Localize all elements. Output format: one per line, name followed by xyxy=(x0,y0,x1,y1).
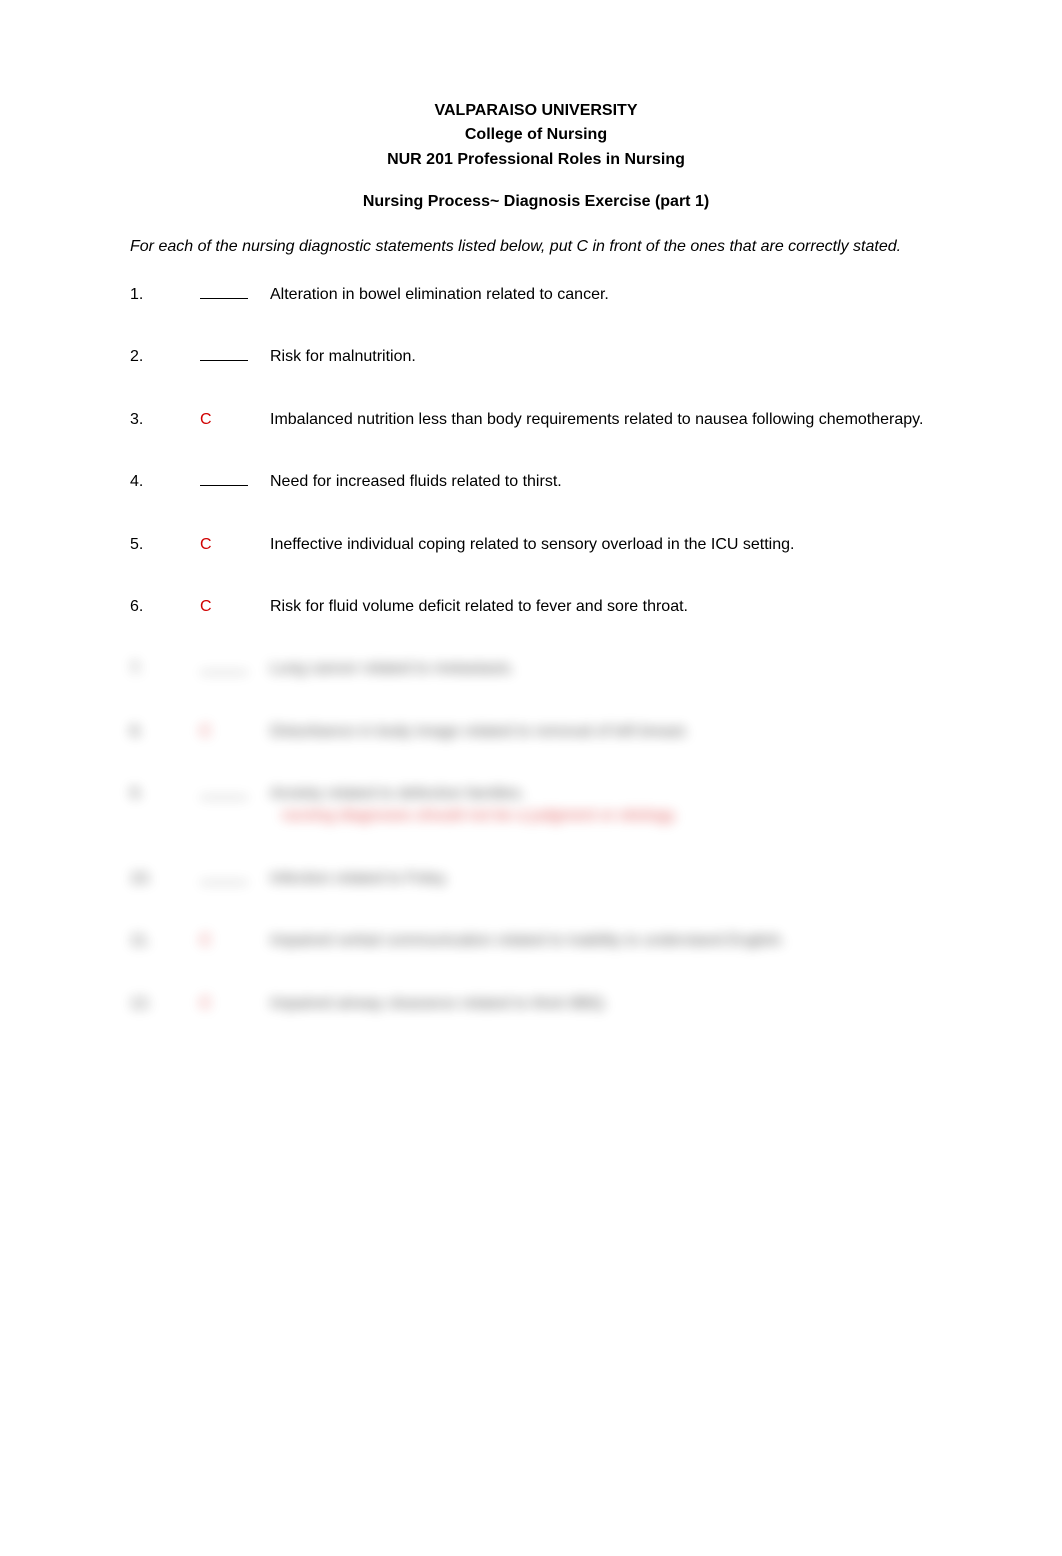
list-item: 11.CImpaired verbal communication relate… xyxy=(130,930,942,952)
item-text: Imbalanced nutrition less than body requ… xyxy=(270,409,942,431)
blank-line xyxy=(200,472,248,486)
item-number: 10. xyxy=(130,868,200,890)
item-number: 3. xyxy=(130,409,200,431)
item-mark: C xyxy=(200,534,270,556)
item-number: 4. xyxy=(130,471,200,493)
course-title: NUR 201 Professional Roles in Nursing xyxy=(130,149,942,171)
item-mark xyxy=(200,868,270,890)
blank-line xyxy=(200,347,248,361)
list-item: 5.CIneffective individual coping related… xyxy=(130,534,942,556)
item-text: Ineffective individual coping related to… xyxy=(270,534,942,556)
item-mark: C xyxy=(200,721,270,743)
item-text: Disturbance in body image related to rem… xyxy=(270,721,942,743)
item-mark xyxy=(200,783,270,805)
blank-line xyxy=(200,659,248,673)
item-number: 11. xyxy=(130,930,200,952)
item-subtext: nursing diagnoses should not be a judgme… xyxy=(270,805,942,827)
item-text: Anxiety related to defective families.nu… xyxy=(270,783,942,828)
item-number: 2. xyxy=(130,346,200,368)
item-mark: C xyxy=(200,596,270,618)
blank-line xyxy=(200,285,248,299)
item-number: 8. xyxy=(130,721,200,743)
list-item: 9. Anxiety related to defective families.… xyxy=(130,783,942,828)
item-mark xyxy=(200,471,270,493)
item-number: 12. xyxy=(130,993,200,1015)
list-item: 10. Infection related to Foley. xyxy=(130,868,942,890)
item-mark: C xyxy=(200,993,270,1015)
document-header: VALPARAISO UNIVERSITY College of Nursing… xyxy=(130,100,942,171)
college-name: College of Nursing xyxy=(130,124,942,146)
item-text: Impaired verbal communication related to… xyxy=(270,930,942,952)
list-item: 1. Alteration in bowel elimination relate… xyxy=(130,284,942,306)
list-item: 3.CImbalanced nutrition less than body r… xyxy=(130,409,942,431)
list-item: 6.CRisk for fluid volume deficit related… xyxy=(130,596,942,618)
item-number: 6. xyxy=(130,596,200,618)
item-number: 5. xyxy=(130,534,200,556)
item-text: Impaired airway clearance related to thi… xyxy=(270,993,942,1015)
list-item: 8.CDisturbance in body image related to … xyxy=(130,721,942,743)
list-item: 2. Risk for malnutrition. xyxy=(130,346,942,368)
item-text: Risk for fluid volume deficit related to… xyxy=(270,596,942,618)
item-text: Lung cancer related to metastasis. xyxy=(270,658,942,680)
item-mark xyxy=(200,346,270,368)
list-item: 12.CImpaired airway clearance related to… xyxy=(130,993,942,1015)
item-mark: C xyxy=(200,409,270,431)
university-name: VALPARAISO UNIVERSITY xyxy=(130,100,942,122)
item-text: Need for increased fluids related to thi… xyxy=(270,471,942,493)
item-number: 7. xyxy=(130,658,200,680)
items-list: 1. Alteration in bowel elimination relate… xyxy=(130,284,942,1015)
blank-line xyxy=(200,784,248,798)
list-item: 7. Lung cancer related to metastasis. xyxy=(130,658,942,680)
item-number: 1. xyxy=(130,284,200,306)
item-mark xyxy=(200,284,270,306)
list-item: 4. Need for increased fluids related to t… xyxy=(130,471,942,493)
item-text: Alteration in bowel elimination related … xyxy=(270,284,942,306)
item-mark xyxy=(200,658,270,680)
item-text: Risk for malnutrition. xyxy=(270,346,942,368)
item-number: 9. xyxy=(130,783,200,805)
item-text: Infection related to Foley. xyxy=(270,868,942,890)
instructions-text: For each of the nursing diagnostic state… xyxy=(130,236,942,258)
exercise-title: Nursing Process~ Diagnosis Exercise (par… xyxy=(130,191,942,213)
item-mark: C xyxy=(200,930,270,952)
blank-line xyxy=(200,869,248,883)
